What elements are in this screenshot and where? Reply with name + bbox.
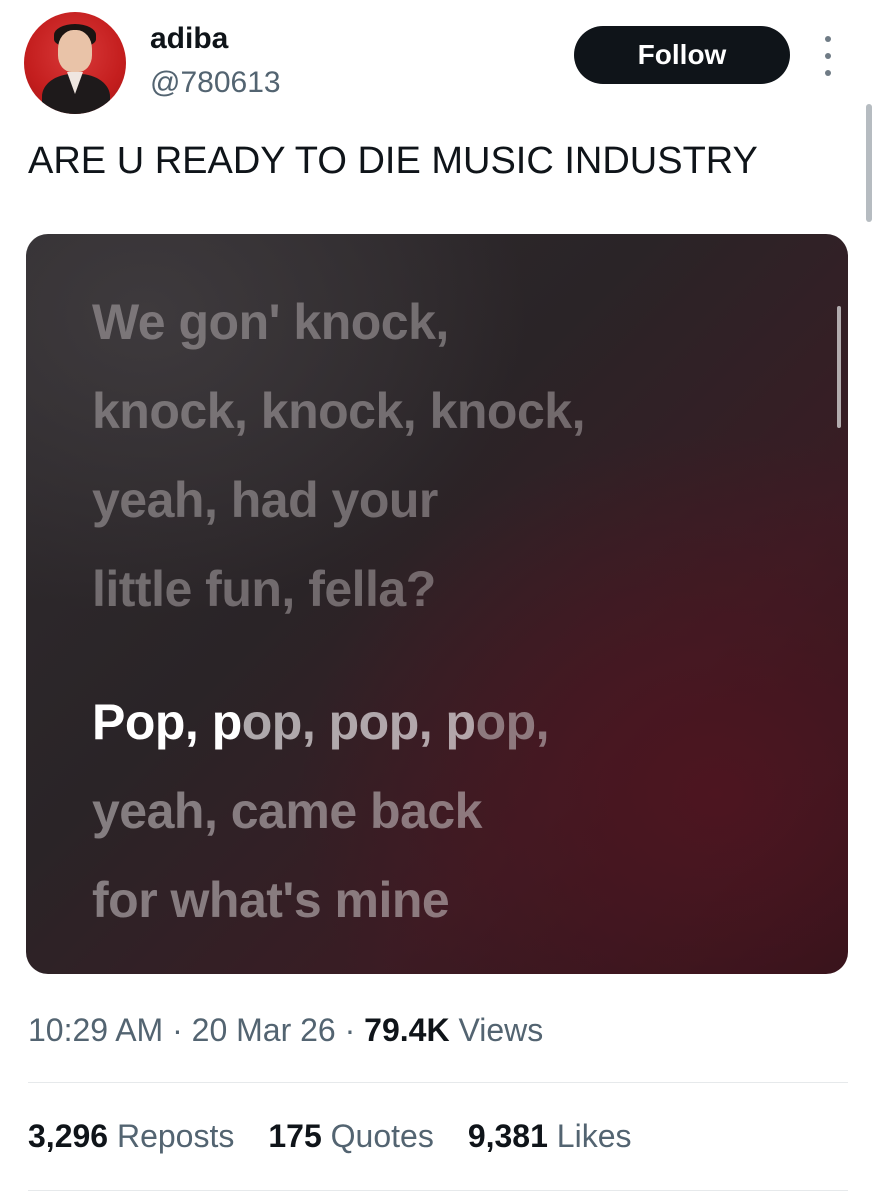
avatar-face: [58, 30, 92, 72]
quotes-label: Quotes: [330, 1118, 434, 1154]
likes-stat[interactable]: 9,381 Likes: [468, 1118, 632, 1155]
meta-separator: ·: [163, 1012, 192, 1048]
lyric-gap: [92, 634, 585, 678]
likes-count: 9,381: [467, 1118, 548, 1154]
more-vertical-icon[interactable]: [818, 36, 838, 76]
current-lyric-line: for what's mine: [92, 872, 450, 928]
reposts-stat[interactable]: 3,296 Reposts: [28, 1118, 234, 1155]
current-lyric-line: Pop, pop, pop, pop,: [92, 678, 585, 767]
more-dot: [825, 53, 831, 59]
lyric-line: We gon' knock,: [92, 294, 449, 350]
likes-label: Likes: [556, 1118, 632, 1154]
divider: [28, 1190, 848, 1191]
tweet-detail: adiba @780613 Follow ARE U READY TO DIE …: [0, 0, 875, 1200]
views-count: 79.4K: [364, 1012, 450, 1048]
engagement-stats: 3,296 Reposts 175 Quotes 9,381 Likes: [28, 1118, 631, 1155]
tweet-date[interactable]: 20 Mar 26: [192, 1012, 336, 1048]
lyric-line: knock, knock, knock,: [92, 383, 585, 439]
partially-sung-text: op, pop, p: [241, 694, 476, 750]
page-scrollbar[interactable]: [866, 104, 872, 222]
more-dot: [825, 70, 831, 76]
views-label: Views: [458, 1012, 544, 1048]
unsung-text: op,: [475, 694, 550, 750]
divider: [28, 1082, 848, 1083]
current-lyric-line: yeah, came back: [92, 783, 482, 839]
lyrics-scrollbar[interactable]: [837, 306, 841, 428]
lyric-line: yeah, had your: [92, 472, 438, 528]
more-dot: [825, 36, 831, 42]
lyric-line: little fun, fella?: [92, 561, 436, 617]
reposts-count: 3,296: [28, 1118, 109, 1154]
tweet-meta: 10:29 AM · 20 Mar 26 · 79.4K Views: [28, 1012, 543, 1049]
media-image[interactable]: We gon' knock, knock, knock, knock, yeah…: [26, 234, 848, 974]
avatar[interactable]: [24, 12, 126, 114]
tweet-time[interactable]: 10:29 AM: [28, 1012, 163, 1048]
tweet-text: ARE U READY TO DIE MUSIC INDUSTRY: [28, 140, 758, 182]
quotes-stat[interactable]: 175 Quotes: [268, 1118, 433, 1155]
user-handle[interactable]: @780613: [150, 66, 281, 100]
lyrics-view: We gon' knock, knock, knock, knock, yeah…: [92, 278, 585, 945]
reposts-label: Reposts: [116, 1118, 235, 1154]
follow-button[interactable]: Follow: [574, 26, 790, 84]
quotes-count: 175: [268, 1118, 322, 1154]
sung-text: Pop, p: [92, 694, 242, 750]
meta-separator: ·: [335, 1012, 365, 1048]
display-name[interactable]: adiba: [150, 22, 228, 56]
